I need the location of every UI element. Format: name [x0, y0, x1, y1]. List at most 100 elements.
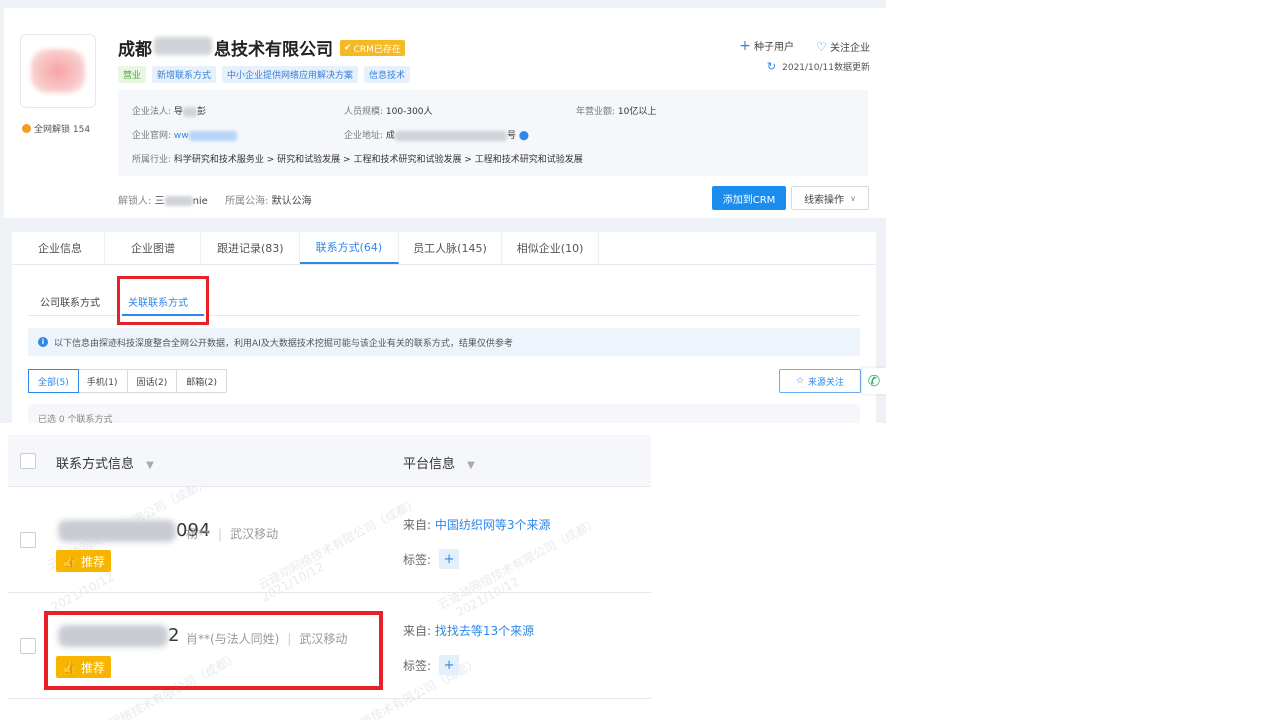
tab-company-info[interactable]: 企业信息 — [12, 232, 105, 264]
tag-business: 中小企业提供网络应用解决方案 — [222, 66, 359, 83]
row-checkbox[interactable] — [20, 638, 36, 654]
recommend-badge: 👍 推荐 — [56, 550, 111, 572]
company-name-suffix: 息技术有限公司 — [214, 40, 333, 60]
address-value-a: 成 — [385, 131, 395, 141]
company-name: 成都 息技术有限公司 — [118, 35, 333, 60]
filter-mobile[interactable]: 手机(1) — [78, 370, 128, 392]
tag-info: 标签: + — [403, 549, 460, 569]
contact-meta: 杨** | 武汉移动 — [186, 527, 279, 541]
company-tags: 营业 新增联系方式 中小企业提供网络应用解决方案 信息技术 — [118, 66, 411, 83]
address: 企业地址: 成 号 ⬤ — [344, 128, 529, 141]
source-link[interactable]: 找找去等13个来源 — [435, 624, 534, 638]
tab-follow-records[interactable]: 跟进记录(83) — [201, 232, 300, 264]
thumbs-up-icon: 👍 — [62, 554, 77, 568]
unlocker-value-b: nie — [192, 196, 208, 207]
chevron-down-icon: ∨ — [850, 193, 856, 203]
staff-label: 人员规模: — [344, 107, 384, 117]
company-name-mask — [154, 37, 212, 55]
address-mask — [394, 130, 507, 141]
unlock-label: 全网解锁 154 — [34, 125, 91, 135]
legal-rep-value-b: 彭 — [196, 107, 206, 117]
add-tag-button[interactable]: + — [439, 655, 460, 675]
website-mask — [188, 130, 237, 141]
from-label: 来自: — [403, 624, 432, 638]
tag-label: 标签: — [403, 658, 432, 673]
column-platform-label: 平台信息 — [403, 457, 456, 472]
crm-badge-label: CRM已存在 — [353, 44, 401, 55]
industry: 所属行业: 科学研究和技术服务业 > 研究和试验发展 > 工程和技术研究和试验发… — [132, 152, 583, 165]
contact-type-filter: 全部(5) 手机(1) 固话(2) 邮箱(2) — [28, 369, 227, 393]
heart-icon: ♡ — [816, 39, 827, 54]
industry-value: 科学研究和技术服务业 > 研究和试验发展 > 工程和技术研究和试验发展 > 工程… — [173, 155, 583, 165]
address-value-b: 号 — [506, 131, 516, 141]
highlight-box-subtab — [117, 276, 209, 325]
follow-company-label: 关注企业 — [830, 42, 870, 54]
phone-mask — [58, 520, 176, 542]
tag-label: 标签: — [403, 552, 432, 567]
subtab-company-contacts[interactable]: 公司联系方式 — [40, 294, 100, 309]
tab-employees[interactable]: 员工人脉(145) — [399, 232, 502, 264]
contact-tabs-card: 企业信息 企业图谱 跟进记录(83) 联系方式(64) 员工人脉(145) 相似… — [12, 232, 876, 423]
tab-contacts[interactable]: 联系方式(64) — [299, 232, 400, 264]
refresh-icon[interactable]: ↻ — [767, 60, 776, 73]
update-info: ↻ 2021/10/11数据更新 — [739, 60, 870, 73]
website-link[interactable]: ww — [174, 131, 189, 141]
follow-company-button[interactable]: ♡ 关注企业 — [816, 39, 870, 54]
row-checkbox[interactable] — [20, 532, 36, 548]
add-to-crm-button[interactable]: 添加到CRM — [712, 186, 786, 210]
filter-all[interactable]: 全部(5) — [28, 369, 79, 393]
unlocker-mask — [164, 196, 193, 206]
source-follow-button[interactable]: ☆ 来源关注 — [779, 369, 861, 393]
update-date: 2021/10/11数据更新 — [782, 63, 870, 73]
website: 企业官网: ww — [132, 128, 237, 141]
tab-company-graph[interactable]: 企业图谱 — [105, 232, 201, 264]
notice-text: 以下信息由探迹科技深度整合全网公开数据，利用AI及大数据技术挖掘可能与该企业有关… — [54, 338, 513, 349]
filter-icon[interactable]: ▼ — [146, 460, 154, 471]
notice-banner: i 以下信息由探迹科技深度整合全网公开数据，利用AI及大数据技术挖掘可能与该企业… — [28, 328, 860, 356]
add-tag-button[interactable]: + — [439, 549, 460, 569]
clue-operations-dropdown[interactable]: 线索操作 ∨ — [791, 186, 869, 210]
clue-operations-label: 线索操作 — [804, 194, 845, 206]
company-card: 全网解锁 154 成都 息技术有限公司 ✔ CRM已存在 营业 新增联系方式 中小… — [4, 8, 886, 218]
revenue-label: 年营业额: — [576, 107, 616, 117]
table-row: 094 杨** | 武汉移动 👍 推荐 来自: 中国纺织网等3个来源 标签: + — [8, 487, 651, 593]
contact-person: 杨** — [186, 527, 211, 541]
unlock-count: 全网解锁 154 — [22, 122, 90, 135]
source-info: 来自: 中国纺织网等3个来源 — [403, 516, 551, 533]
staff-value: 100-300人 — [385, 107, 433, 117]
logo-blurred-image — [31, 49, 85, 93]
source-link[interactable]: 中国纺织网等3个来源 — [435, 518, 551, 532]
column-header-platform: 平台信息 ▼ — [403, 453, 475, 472]
industry-label: 所属行业: — [132, 155, 172, 165]
info-icon: i — [38, 337, 48, 347]
revenue: 年营业额: 10亿以上 — [576, 104, 656, 117]
source-follow-label: 来源关注 — [808, 377, 845, 388]
location-pin-icon[interactable]: ⬤ — [519, 131, 529, 141]
carrier: 武汉移动 — [230, 527, 279, 541]
seed-user-button[interactable]: + 种子用户 — [739, 38, 794, 54]
main-tabs: 企业信息 企业图谱 跟进记录(83) 联系方式(64) 员工人脉(145) 相似… — [12, 232, 876, 265]
top-screenshot: 全网解锁 154 成都 息技术有限公司 ✔ CRM已存在 营业 新增联系方式 中小… — [0, 0, 886, 423]
phone-float-icon[interactable]: ✆ — [862, 368, 886, 394]
legal-rep-label: 企业法人: — [132, 107, 172, 117]
select-all-checkbox[interactable] — [20, 453, 36, 469]
website-label: 企业官网: — [132, 131, 172, 141]
pool-value: 默认公海 — [271, 196, 312, 207]
filter-email[interactable]: 邮箱(2) — [177, 370, 226, 392]
star-icon: ☆ — [795, 376, 805, 386]
staff-size: 人员规模: 100-300人 — [344, 104, 433, 117]
unlock-icon — [22, 124, 31, 133]
legal-rep-mask — [182, 106, 197, 117]
selected-count: 已选 0 个联系方式 — [28, 404, 860, 423]
crm-exists-badge: ✔ CRM已存在 — [340, 40, 405, 56]
tab-similar-companies[interactable]: 相似企业(10) — [502, 232, 600, 264]
seed-user-label: 种子用户 — [754, 42, 795, 53]
tag-new-contact: 新增联系方式 — [152, 66, 217, 83]
plus-icon: + — [739, 38, 751, 54]
recommend-label: 推荐 — [80, 554, 105, 569]
column-contact-label: 联系方式信息 — [56, 457, 135, 472]
unlocker-value-a: 三 — [154, 196, 165, 207]
filter-icon[interactable]: ▼ — [467, 460, 475, 471]
filter-landline[interactable]: 固话(2) — [128, 370, 178, 392]
unlocker-line: 解锁人: 三 nie 所属公海: 默认公海 — [118, 192, 312, 207]
